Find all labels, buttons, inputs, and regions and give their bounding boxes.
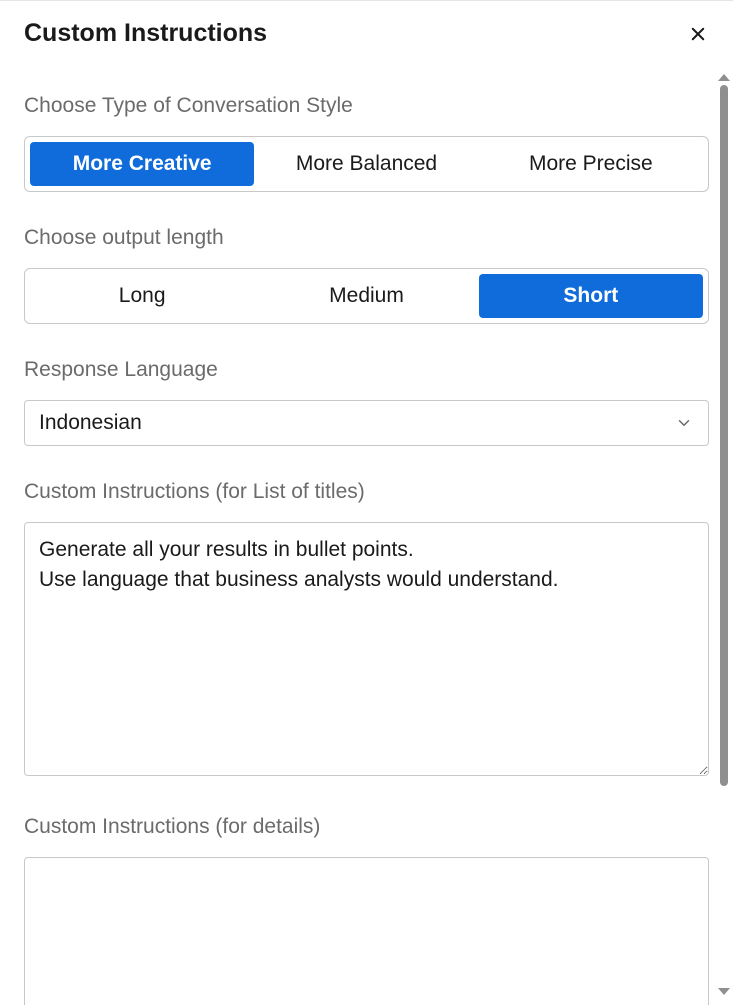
style-label: Choose Type of Conversation Style bbox=[24, 94, 709, 118]
close-button[interactable] bbox=[687, 23, 709, 45]
length-option-long[interactable]: Long bbox=[30, 274, 254, 318]
instructions-details-label: Custom Instructions (for details) bbox=[24, 815, 709, 839]
dialog-scroll-area[interactable]: Choose Type of Conversation Style More C… bbox=[0, 70, 715, 1005]
dialog-header: Custom Instructions bbox=[0, 1, 733, 58]
dialog-title: Custom Instructions bbox=[24, 19, 267, 48]
language-value: Indonesian bbox=[39, 411, 142, 435]
instructions-titles-label: Custom Instructions (for List of titles) bbox=[24, 480, 709, 504]
chevron-down-icon bbox=[674, 413, 694, 433]
language-label: Response Language bbox=[24, 358, 709, 382]
length-option-medium[interactable]: Medium bbox=[254, 274, 478, 318]
scroll-up-button[interactable] bbox=[718, 74, 730, 81]
scrollbar bbox=[717, 74, 731, 995]
language-select[interactable]: Indonesian bbox=[24, 400, 709, 446]
scroll-down-button[interactable] bbox=[718, 988, 730, 995]
style-option-precise[interactable]: More Precise bbox=[479, 142, 703, 186]
scroll-thumb[interactable] bbox=[720, 85, 728, 786]
language-select-wrap: Indonesian bbox=[24, 400, 709, 446]
length-label: Choose output length bbox=[24, 226, 709, 250]
length-option-short[interactable]: Short bbox=[479, 274, 703, 318]
length-segmented: Long Medium Short bbox=[24, 268, 709, 324]
scroll-track[interactable] bbox=[720, 85, 728, 984]
close-icon bbox=[689, 25, 707, 43]
style-option-creative[interactable]: More Creative bbox=[30, 142, 254, 186]
style-option-balanced[interactable]: More Balanced bbox=[254, 142, 478, 186]
instructions-details-textarea[interactable] bbox=[24, 857, 709, 1005]
instructions-titles-textarea[interactable] bbox=[24, 522, 709, 776]
style-segmented: More Creative More Balanced More Precise bbox=[24, 136, 709, 192]
